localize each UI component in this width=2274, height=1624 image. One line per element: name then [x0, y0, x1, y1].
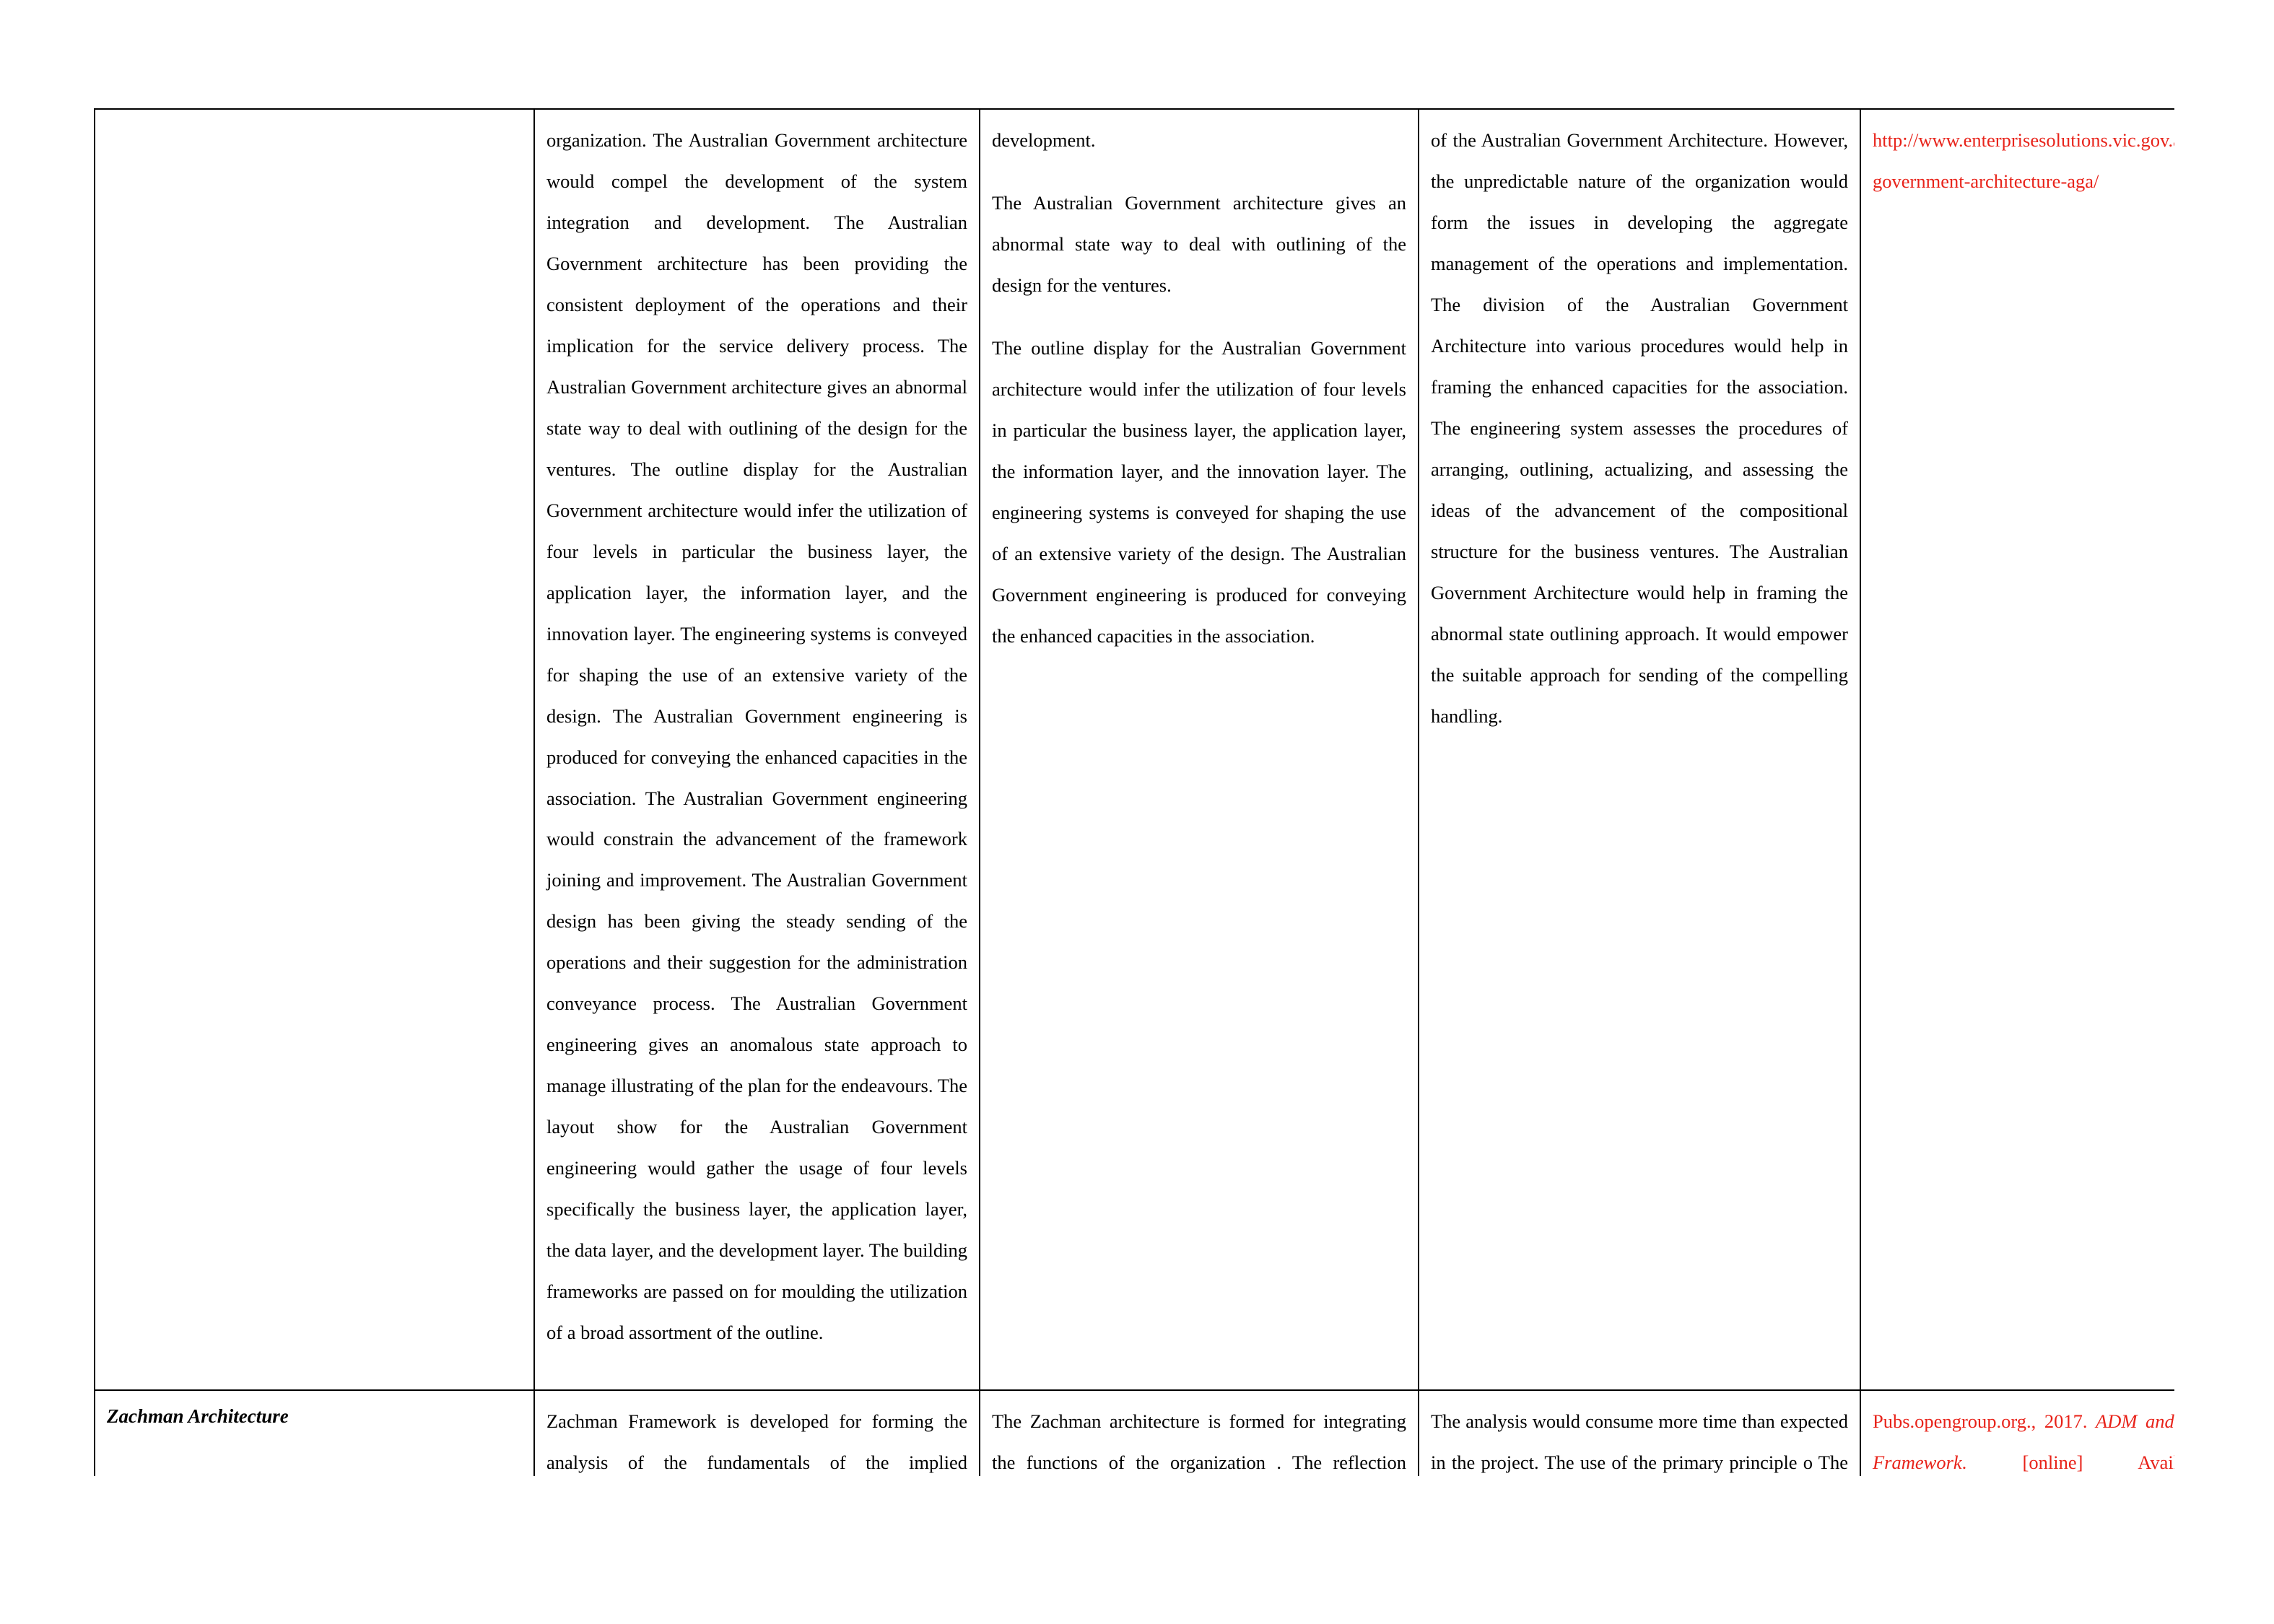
table-row: Zachman Architecture Zachman Framework i… — [94, 1389, 2174, 1476]
table-row: organization. The Australian Government … — [94, 108, 2174, 1391]
reference-plain-before: http://www.enterprisesolutions.vic.gov.a… — [1873, 129, 2174, 192]
row-label-text: Zachman Architecture — [107, 1405, 289, 1427]
reflection-cell: The Zachman architecture is formed for i… — [979, 1389, 1419, 1476]
paragraph: The analysis would consume more time tha… — [1431, 1410, 1848, 1473]
description-cell: organization. The Australian Government … — [533, 108, 980, 1391]
analysis-cell: of the Australian Government Architectur… — [1418, 108, 1861, 1391]
row-label-cell — [94, 108, 535, 1391]
reflection-cell: development. The Australian Government a… — [979, 108, 1419, 1391]
paragraph: development. — [992, 129, 1096, 151]
table-clip-region: organization. The Australian Government … — [94, 108, 2174, 1476]
document-page: organization. The Australian Government … — [0, 0, 2274, 1624]
paragraph: The Australian Government architecture g… — [992, 191, 1406, 296]
paragraph: of the Australian Government Architectur… — [1431, 129, 1848, 727]
paragraph: The outline display for the Australian G… — [992, 336, 1406, 647]
analysis-cell: The analysis would consume more time tha… — [1418, 1389, 1861, 1476]
reference-plain-before: Pubs.opengroup.org., 2017. — [1873, 1410, 2096, 1432]
reference-text: Pubs.opengroup.org., 2017. ADM and the Z… — [1873, 1401, 2174, 1476]
reference-cell: http://www.enterprisesolutions.vic.gov.a… — [1860, 108, 2174, 1391]
paragraph: organization. The Australian Government … — [546, 129, 967, 1344]
paragraph: Zachman Framework is developed for formi… — [546, 1410, 967, 1473]
row-label-cell: Zachman Architecture — [94, 1389, 535, 1476]
reference-text: http://www.enterprisesolutions.vic.gov.a… — [1873, 120, 2174, 202]
paragraph: The Zachman architecture is formed for i… — [992, 1410, 1406, 1473]
comparison-table: organization. The Australian Government … — [94, 108, 2174, 1476]
reference-cell: Pubs.opengroup.org., 2017. ADM and the Z… — [1860, 1389, 2174, 1476]
description-cell: Zachman Framework is developed for formi… — [533, 1389, 980, 1476]
